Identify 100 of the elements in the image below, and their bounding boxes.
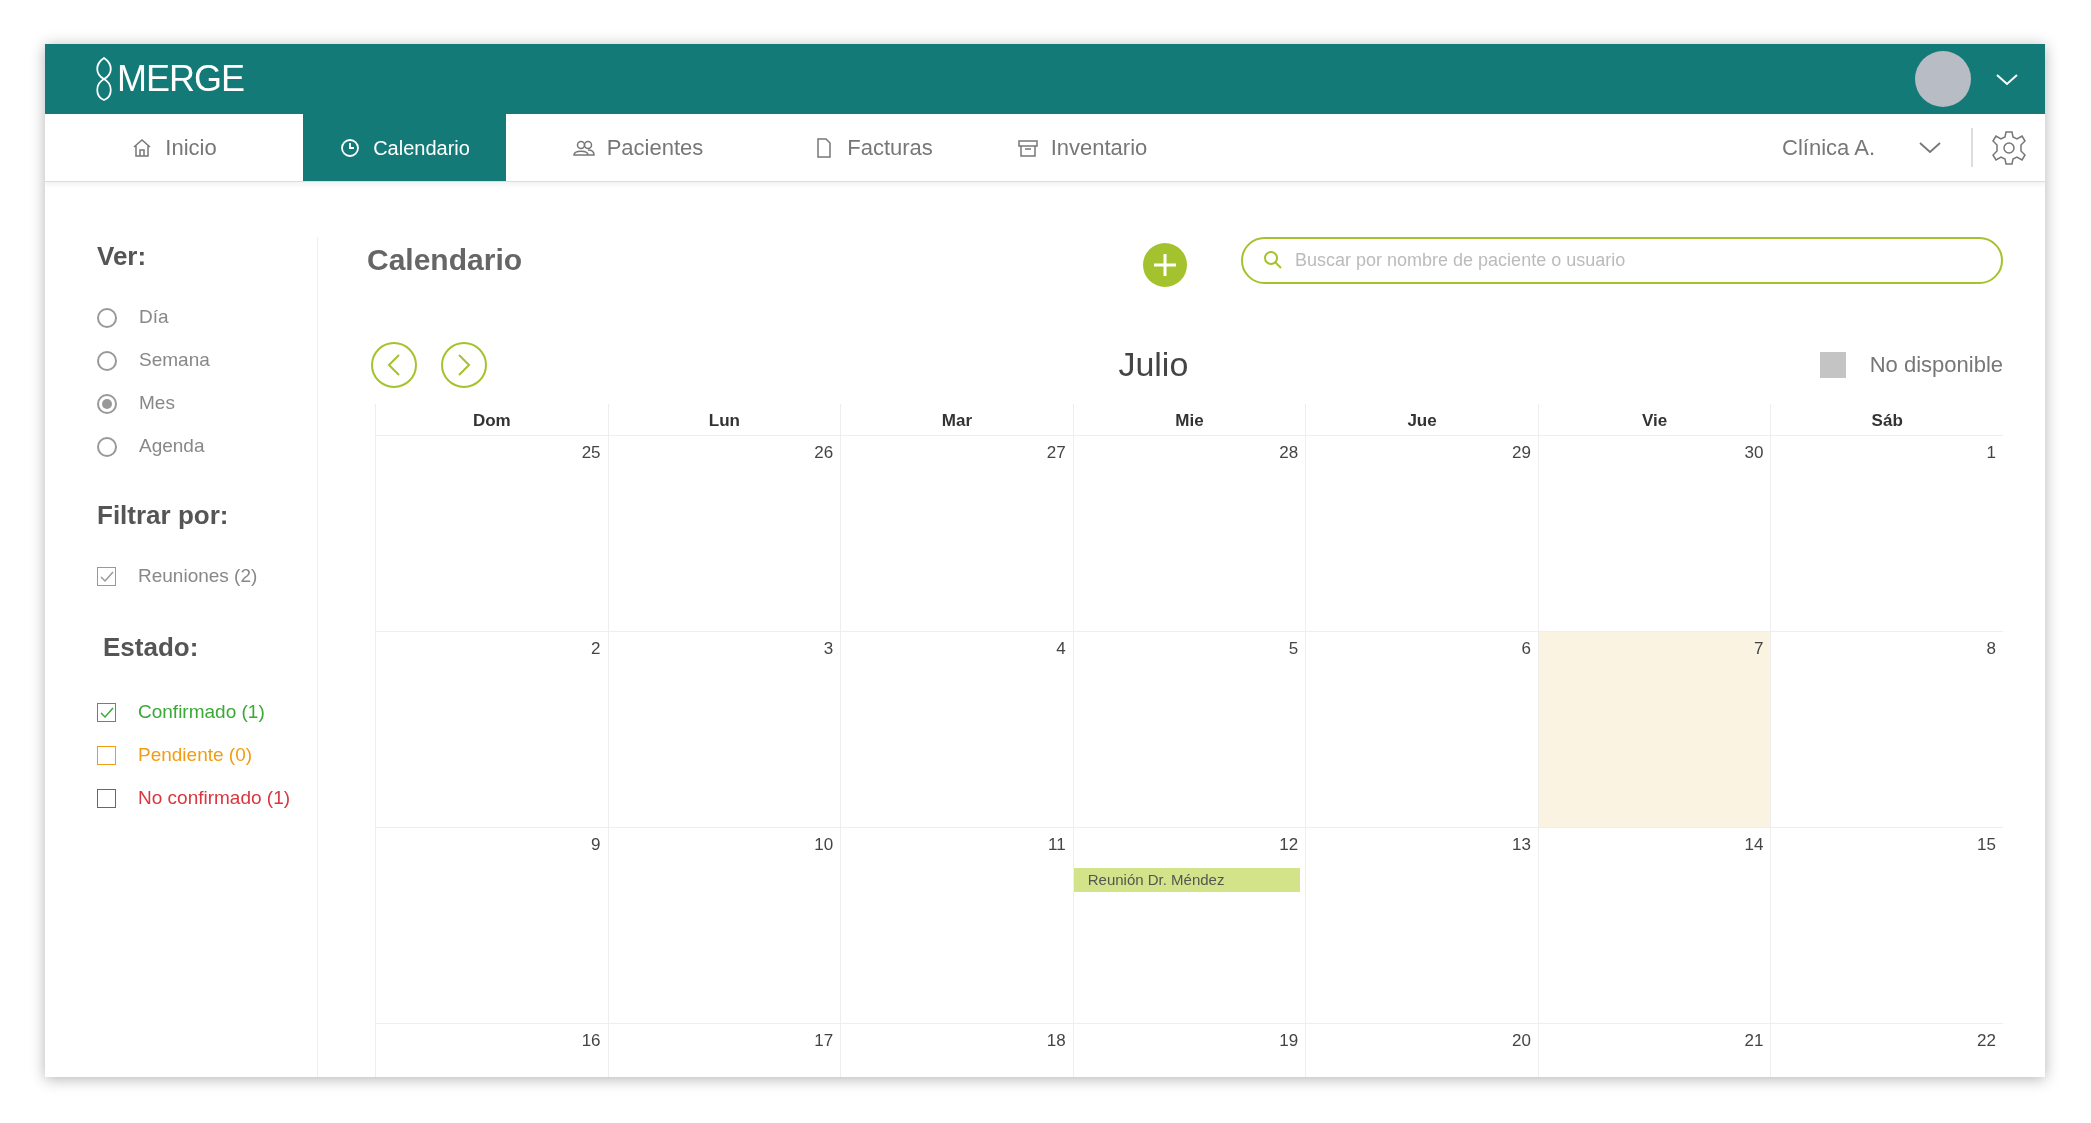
day-number: 25 [580,442,602,464]
day-cell[interactable]: 14 [1537,828,1771,1024]
day-number: 6 [1520,638,1532,660]
day-number: 14 [1743,834,1765,856]
day-number: 1 [1985,442,1997,464]
radio-button[interactable] [97,307,117,328]
day-number: 7 [1752,638,1765,660]
day-cell[interactable]: 8 [1770,632,2003,828]
day-cell[interactable]: 17 [607,1024,841,1077]
day-number: 26 [813,442,835,464]
day-cell[interactable]: 21 [1537,1024,1771,1077]
day-number: 12 [1278,834,1300,856]
checkbox[interactable] [97,746,116,765]
weekday-header: Mar [840,404,1073,436]
clock-icon [339,136,362,159]
radio-button[interactable] [97,350,117,371]
day-cell[interactable]: 15 [1770,828,2003,1024]
unavailable-swatch [1819,351,1846,378]
nav-tab[interactable]: Inicio [45,114,303,181]
day-cell[interactable]: 12 Reunión Dr. Méndez [1072,828,1306,1024]
day-number: 2 [590,638,602,660]
day-number: 11 [1047,834,1067,856]
nav-tab[interactable]: Facturas [770,114,976,181]
day-number: 9 [590,834,602,856]
nav-tab[interactable]: Inventario [976,114,1188,181]
clinic-dropdown[interactable]: Clínica A. [1782,114,1971,181]
avatar-placeholder[interactable] [1915,51,1971,107]
nav-tab[interactable]: Calendario [303,114,506,181]
day-cell[interactable]: 5 [1072,632,1306,828]
day-cell[interactable]: 3 [607,632,841,828]
day-cell[interactable]: 27 [840,436,1073,632]
add-button[interactable] [1143,243,1187,287]
logo-text: MERGE [117,57,244,101]
day-number: 21 [1743,1030,1765,1052]
section-heading: Estado: [103,631,200,664]
checkbox-label[interactable]: Reuniones (2) [138,562,258,591]
day-cell[interactable]: 10 [607,828,841,1024]
day-number: 4 [1055,638,1067,660]
day-cell[interactable]: 20 [1305,1024,1538,1077]
weekday-header: Sáb [1770,404,2003,436]
day-number: 17 [813,1030,835,1052]
option-label[interactable]: Agenda [139,432,205,461]
section-heading: Filtrar por: [97,499,230,532]
option-label[interactable]: Mes [139,389,175,418]
radio-button[interactable] [97,393,117,414]
day-number: 20 [1510,1030,1532,1052]
day-cell[interactable]: 1 [1770,436,2003,632]
day-cell[interactable]: 9 [375,828,608,1024]
day-number: 13 [1510,834,1532,856]
day-cell[interactable]: 18 [840,1024,1073,1077]
checkbox-label[interactable]: No confirmado (1) [138,784,291,813]
day-cell[interactable]: 26 [607,436,841,632]
day-cell[interactable]: 19 [1072,1024,1306,1077]
infinity-logo-icon [93,56,115,102]
day-cell[interactable]: 2 [375,632,608,828]
day-cell[interactable]: 11 [840,828,1073,1024]
weekday-header: Vie [1537,404,1771,436]
day-number: 30 [1743,442,1765,464]
checkmark-icon [99,570,114,583]
calendar-event[interactable]: Reunión Dr. Méndez [1073,867,1301,892]
day-cell[interactable]: 16 [375,1024,608,1077]
month-title: Julio [1118,344,1189,385]
day-cell[interactable]: 7 [1537,632,1771,828]
day-number: 10 [813,834,835,856]
weekday-header: Jue [1305,404,1538,436]
day-cell[interactable]: 4 [840,632,1073,828]
day-number: 16 [580,1030,602,1052]
day-number: 8 [1985,638,1997,660]
option-label[interactable]: Semana [139,346,210,375]
weekday-header: Dom [375,404,608,436]
checkbox[interactable] [97,789,116,808]
day-cell[interactable]: 25 [375,436,608,632]
day-cell[interactable]: 22 [1770,1024,2003,1077]
day-cell[interactable]: 29 [1305,436,1538,632]
weekday-header: Mie [1072,404,1306,436]
checkbox[interactable] [97,567,116,586]
search-field[interactable]: Buscar por nombre de paciente o usuario [1241,237,2003,284]
day-number: 27 [1045,442,1067,464]
chevron-right-icon [457,353,471,376]
nav-tab[interactable]: Pacientes [506,114,770,181]
day-cell[interactable]: 28 [1072,436,1306,632]
day-number: 3 [822,638,835,660]
option-label[interactable]: Día [139,303,169,332]
day-number: 22 [1976,1030,1997,1052]
page-title: Calendario [367,242,523,278]
day-number: 5 [1287,638,1300,660]
plus-icon [1152,252,1178,278]
previous-button[interactable] [371,341,417,388]
day-cell[interactable]: 6 [1305,632,1538,828]
next-button[interactable] [441,341,487,388]
settings-icon [1991,129,2027,166]
day-cell[interactable]: 13 [1305,828,1538,1024]
weekday-header: Lun [607,404,841,436]
day-number: 28 [1278,442,1300,464]
day-number: 18 [1045,1030,1067,1052]
chevron-left-icon [387,353,401,376]
chevron-down-icon [1995,72,2019,87]
radio-button[interactable] [97,436,117,457]
checkbox[interactable] [97,703,116,722]
chevron-down-icon [1919,141,1941,154]
